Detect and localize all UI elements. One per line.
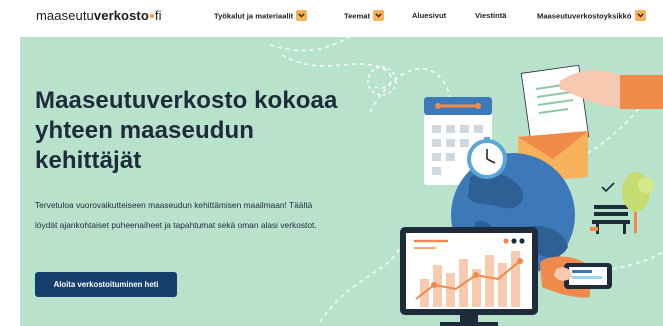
nav-item-viestinta[interactable]: Viestintä — [475, 11, 507, 20]
nav-item-label: Maaseutuverkostoyksikkö — [537, 11, 632, 21]
bench-icon — [590, 205, 630, 234]
logo-suffix: fi — [154, 8, 162, 23]
hero-title: Maaseutuverkosto kokoaa yhteen maaseudun… — [35, 87, 338, 174]
logo-prefix: maaseutu — [36, 8, 94, 23]
nav-item-label: Työkalut ja materiaalit — [214, 11, 294, 21]
hero-text: Tervetuloa vuorovaikutteiseen maaseudun … — [35, 200, 317, 230]
site-header: maaseutuverkosto fi Työkalut ja materiaal… — [0, 0, 663, 36]
cta-button[interactable]: Aloita verkostoituminen heti — [35, 272, 177, 297]
site-logo[interactable]: maaseutuverkosto fi — [36, 8, 162, 23]
nav-item-label: Teemat — [344, 11, 371, 21]
nav-item-tyokalut[interactable]: Työkalut ja materiaalit — [214, 10, 308, 22]
chevron-down-icon — [296, 10, 308, 21]
logo-bold: verkosto — [93, 8, 149, 23]
checkmark-icon — [601, 182, 615, 193]
phone-in-hand-icon — [540, 256, 612, 298]
monitor-chart-icon — [400, 227, 538, 326]
nav-item-teemat[interactable]: Teemat — [344, 10, 385, 22]
chevron-down-icon — [634, 10, 646, 21]
chevron-down-icon — [373, 10, 385, 21]
nav-item-aluesivut[interactable]: Aluesivut — [412, 11, 446, 20]
nav-item-label: Viestintä — [475, 11, 507, 20]
nav-item-label: Aluesivut — [412, 11, 447, 20]
nav-item-maaseutuverkostoyksikko[interactable]: Maaseutuverkostoyksikkö — [537, 10, 646, 22]
logo-dot — [149, 14, 154, 19]
hero-section: Maaseutuverkosto kokoaa yhteen maaseudun… — [20, 37, 663, 326]
